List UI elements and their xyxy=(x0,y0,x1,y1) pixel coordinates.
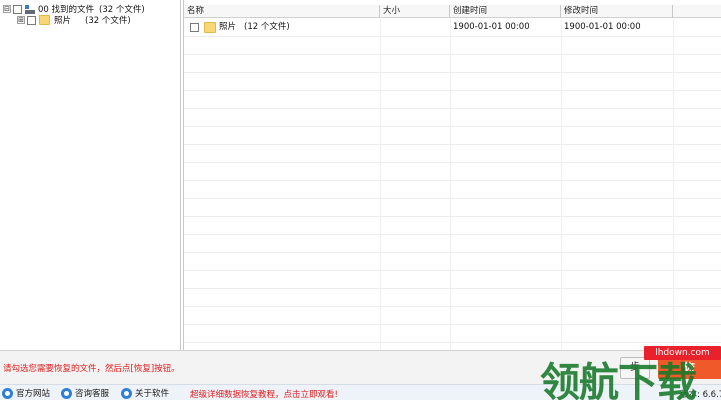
footer-bar: 官方网站 咨询客服 关于软件 超级详细数据恢复教程，点击立即观看! 版本: 6.… xyxy=(0,384,721,400)
collapse-icon[interactable]: ⊟ xyxy=(3,5,11,13)
row-modified: 1900-01-01 00:00 xyxy=(564,22,641,32)
official-site-label: 官方网站 xyxy=(16,389,51,399)
table-row[interactable]: 照片 (12 个文件) 1900-01-01 00:00 1900-01-01 … xyxy=(184,19,721,36)
about-label: 关于软件 xyxy=(135,389,170,399)
list-header: 名称 大小 创建时间 修改时间 xyxy=(184,5,721,18)
instruction-text: 请勾选您需要恢复的文件，然后点[恢复]按钮。 xyxy=(3,364,180,374)
info-icon xyxy=(121,387,132,399)
step-button[interactable]: 步 xyxy=(620,357,650,379)
expand-icon[interactable]: ⊞ xyxy=(17,16,25,24)
chat-icon xyxy=(61,387,72,399)
column-divider xyxy=(673,19,674,350)
column-divider xyxy=(380,19,381,350)
official-site-link[interactable]: 官方网站 xyxy=(2,387,50,399)
folder-tree-panel[interactable]: ⊟ 00 找到的文件 (32 个文件) ⊞ 照片 (32 个文件) xyxy=(0,0,181,350)
tutorial-link[interactable]: 超级详细数据恢复教程，点击立即观看! xyxy=(190,388,338,400)
recover-button[interactable]: 恢 xyxy=(658,357,721,379)
file-list-panel[interactable]: 名称 大小 创建时间 修改时间 照片 (12 个文件) 1900-01-01 0… xyxy=(183,0,721,350)
support-label: 咨询客服 xyxy=(75,389,110,399)
about-link[interactable]: 关于软件 xyxy=(121,387,169,399)
list-grid xyxy=(184,19,721,350)
row-created: 1900-01-01 00:00 xyxy=(453,22,530,32)
column-header-name[interactable]: 名称 xyxy=(184,5,380,18)
column-header-modified[interactable]: 修改时间 xyxy=(561,5,673,18)
status-bar: 请勾选您需要恢复的文件，然后点[恢复]按钮。 步 恢 xyxy=(0,350,721,384)
column-header-size[interactable]: 大小 xyxy=(380,5,450,18)
support-link[interactable]: 咨询客服 xyxy=(61,387,109,399)
row-checkbox[interactable] xyxy=(190,23,199,32)
tree-child-row[interactable]: ⊞ 照片 (32 个文件) xyxy=(17,14,131,26)
tree-child-label[interactable]: 照片 xyxy=(54,14,71,26)
version-label: 版本: 6.6.7 xyxy=(680,390,721,400)
tree-child-checkbox[interactable] xyxy=(27,15,36,25)
column-header-created[interactable]: 创建时间 xyxy=(450,5,561,18)
column-divider xyxy=(450,19,451,350)
tree-root-checkbox[interactable] xyxy=(13,4,22,14)
tree-child-count: (32 个文件) xyxy=(85,16,131,26)
folder-icon xyxy=(204,22,216,33)
home-icon xyxy=(2,387,13,399)
column-divider xyxy=(561,19,562,350)
row-name: 照片 xyxy=(219,22,237,32)
folder-icon xyxy=(39,15,50,25)
row-file-count: (12 个文件) xyxy=(244,22,290,32)
drive-icon xyxy=(25,4,35,14)
